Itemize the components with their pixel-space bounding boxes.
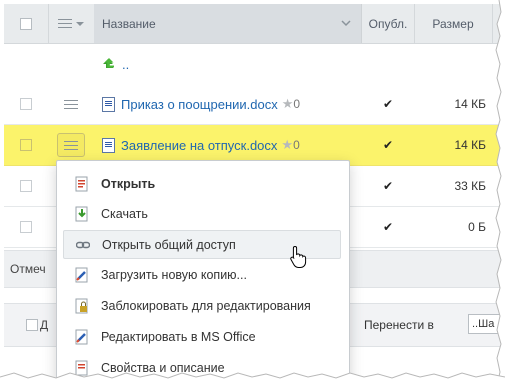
column-header-size[interactable]: Размер [414,4,492,43]
column-header-name[interactable]: Название [94,4,362,43]
menu-item-label: Открыть общий доступ [102,237,236,252]
chevron-down-icon [76,21,84,26]
parent-folder-link[interactable]: .. [122,57,129,72]
menu-icon [58,19,72,28]
edit-office-icon [75,329,88,344]
row-menu-icon [64,140,78,150]
open-icon [75,176,88,191]
select-all-cell [4,4,49,43]
torn-edge-decoration [495,0,505,381]
row-checkbox[interactable] [20,139,32,151]
file-list-window: Название Опубл. Размер .. Приказ о поощр… [0,0,505,381]
row-menu-icon[interactable] [64,99,78,109]
row-checkbox[interactable] [20,180,32,192]
up-arrow-icon [102,57,116,71]
selected-count-label: Отмеч [10,262,46,276]
menu-item-label: Скачать [101,206,148,221]
menu-item-lock[interactable]: Заблокировать для редактирования [63,291,341,320]
parent-folder-row[interactable]: .. [4,44,505,85]
docx-file-icon [102,137,115,153]
menu-item-edit-office[interactable]: Редактировать в MS Office [63,322,341,351]
file-name-link[interactable]: Заявление на отпуск.docx [121,138,277,153]
file-size: 0 Б [468,220,486,234]
row-checkbox[interactable] [20,221,32,233]
rating-count: 0 [293,97,301,111]
star-icon[interactable]: ★ [281,137,293,153]
row-menu-button[interactable] [57,133,85,157]
menu-item-download[interactable]: Скачать [63,199,341,228]
select-all-checkbox[interactable] [20,17,32,30]
apply-all-checkbox[interactable] [26,319,38,331]
published-mark: ✔ [382,220,394,234]
column-header-name-label: Название [102,16,156,31]
link-icon [76,241,90,248]
download-icon [75,206,88,221]
published-mark: ✔ [382,97,394,111]
menu-item-open[interactable]: Открыть [63,169,341,198]
row-checkbox[interactable] [20,98,32,110]
parent-folder-cell: .. [102,44,362,84]
menu-item-label: Редактировать в MS Office [101,329,256,344]
file-name-link[interactable]: Приказ о поощрении.docx [121,97,278,112]
lock-icon [75,298,88,313]
published-mark: ✔ [382,138,394,152]
torn-edge-bottom-decoration [0,372,505,381]
published-mark: ✔ [382,179,394,193]
table-header: Название Опубл. Размер [4,4,505,44]
docx-file-icon [102,96,115,112]
star-icon[interactable]: ★ [282,96,294,112]
menu-item-label: Открыть [101,176,156,191]
column-header-published-label: Опубл. [368,16,408,31]
column-settings-button[interactable] [48,4,95,43]
table-row[interactable]: Приказ о поощрении.docx ★ 0 ✔ 14 КБ [4,84,505,125]
apply-all-label: Д [40,318,49,332]
file-size: 14 КБ [454,138,486,152]
column-header-published[interactable]: Опубл. [362,4,415,43]
move-to-label: Перенести в [364,318,434,332]
hand-cursor-icon [290,245,307,268]
context-menu: Открыть Скачать Открыть общий доступ Заг… [56,160,350,381]
menu-item-label: Заблокировать для редактирования [101,298,311,313]
file-size: 14 КБ [454,97,486,111]
sort-chevron-icon [341,20,351,27]
file-size: 33 КБ [454,179,486,193]
upload-copy-icon [75,267,88,282]
rating-count: 0 [293,138,300,152]
menu-item-label: Загрузить новую копию... [101,267,247,282]
column-header-size-label: Размер [432,16,474,31]
